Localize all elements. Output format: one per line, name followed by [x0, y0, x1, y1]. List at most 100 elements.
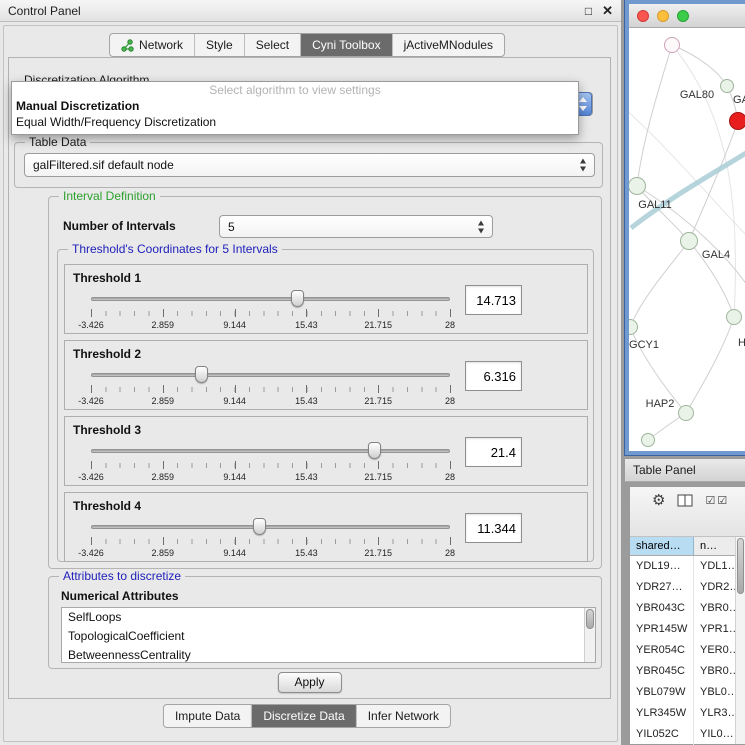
slider-major-tick: [450, 385, 451, 393]
table-cell[interactable]: YBR045C: [630, 661, 694, 682]
threshold-1-slider[interactable]: -3.4262.8599.14415.4321.71528: [91, 289, 450, 333]
network-node[interactable]: [720, 79, 734, 93]
slider-major-tick: [378, 309, 379, 317]
tab-select[interactable]: Select: [244, 34, 300, 56]
tab-impute-data[interactable]: Impute Data: [164, 705, 251, 727]
table-cell[interactable]: YLR3…: [694, 703, 736, 724]
table-cell[interactable]: YPR1…: [694, 619, 736, 640]
tab-jactivemnodules[interactable]: jActiveMNodules: [392, 34, 504, 56]
slider-major-tick: [306, 537, 307, 545]
table-cell[interactable]: YDR27…: [630, 577, 694, 598]
table-cell[interactable]: YER054C: [630, 640, 694, 661]
threshold-3-slider[interactable]: -3.4262.8599.14415.4321.71528: [91, 441, 450, 485]
table-cell[interactable]: YDR2…: [694, 577, 736, 598]
number-of-intervals-combobox[interactable]: 5: [219, 215, 493, 238]
table-row[interactable]: YBL079WYBL0…: [630, 682, 736, 703]
slider-scale-label: 21.715: [364, 320, 392, 330]
table-cell[interactable]: YER0…: [694, 640, 736, 661]
threshold-value-field[interactable]: [465, 513, 522, 543]
slider-scale-label: -3.426: [78, 396, 104, 406]
close-window-icon[interactable]: [637, 10, 649, 22]
dropdown-option-manual-discretization[interactable]: Manual Discretization: [12, 98, 578, 114]
threshold-4-slider[interactable]: -3.4262.8599.14415.4321.71528: [91, 517, 450, 561]
gear-icon[interactable]: ⚙: [652, 493, 665, 508]
slider-scale-label: 15.43: [295, 472, 318, 482]
table-row[interactable]: YPR145WYPR1…: [630, 619, 736, 640]
apply-button[interactable]: Apply: [277, 672, 341, 693]
threshold-value-field[interactable]: [465, 361, 522, 391]
slider-major-tick: [306, 461, 307, 469]
table-cell[interactable]: YDL1…: [694, 556, 736, 577]
attribute-list-item[interactable]: SelfLoops: [62, 608, 595, 627]
select-columns-icon[interactable]: ☑☑: [705, 494, 729, 507]
attribute-list-item[interactable]: TopologicalCoefficient: [62, 627, 595, 646]
table-scrollbar[interactable]: [735, 537, 745, 744]
table-cell[interactable]: YBR043C: [630, 598, 694, 619]
network-node[interactable]: [641, 433, 655, 447]
tab-discretize-data[interactable]: Discretize Data: [251, 705, 355, 727]
list-scrollbar[interactable]: [584, 608, 595, 662]
table-cell[interactable]: YLR345W: [630, 703, 694, 724]
threshold-2-slider[interactable]: -3.4262.8599.14415.4321.71528: [91, 365, 450, 409]
tab-cyni-toolbox[interactable]: Cyni Toolbox: [300, 34, 391, 56]
table-row[interactable]: YLR345WYLR3…: [630, 703, 736, 724]
scrollbar-thumb[interactable]: [737, 538, 744, 594]
column-header-shared-name[interactable]: shared…: [630, 537, 694, 556]
table-cell[interactable]: YPR145W: [630, 619, 694, 640]
tab-style[interactable]: Style: [194, 34, 244, 56]
float-window-icon[interactable]: □: [585, 5, 592, 17]
table-row[interactable]: YDR27…YDR2…: [630, 577, 736, 598]
dropdown-option-equal-width-frequency[interactable]: Equal Width/Frequency Discretization: [12, 114, 578, 130]
threshold-2-panel: Threshold 2 -3.4262.8599.14415.4321.7152…: [64, 340, 588, 410]
tab-network[interactable]: Network: [110, 34, 194, 56]
network-node[interactable]: [680, 232, 698, 250]
table-cell[interactable]: YIL052C: [630, 724, 694, 745]
table-row[interactable]: YIL052CYIL0…: [630, 724, 736, 745]
slider-scale-label: 2.859: [152, 472, 175, 482]
table-row[interactable]: YBR043CYBR0…: [630, 598, 736, 619]
table-data-combobox[interactable]: galFiltered.sif default node: [24, 153, 595, 177]
network-node[interactable]: [726, 309, 742, 325]
slider-scale: -3.4262.8599.14415.4321.71528: [91, 441, 450, 485]
threshold-3-panel: Threshold 3 -3.4262.8599.14415.4321.7152…: [64, 416, 588, 486]
control-panel-titlebar[interactable]: Control Panel □ ✕: [0, 0, 621, 22]
network-window-titlebar[interactable]: [629, 4, 745, 28]
attribute-list-item[interactable]: BetweennessCentrality: [62, 646, 595, 663]
slider-scale-label: 9.144: [223, 548, 246, 558]
network-node[interactable]: [729, 112, 745, 130]
network-view-window: GAL80GAGAL11GAL4GCY1HHAP2: [625, 0, 745, 455]
table-cell[interactable]: YBR0…: [694, 598, 736, 619]
close-icon[interactable]: ✕: [602, 4, 613, 17]
table-cell[interactable]: YBL0…: [694, 682, 736, 703]
tab-infer-network[interactable]: Infer Network: [356, 705, 450, 727]
slider-scale-label: 28: [445, 548, 455, 558]
threshold-value-field[interactable]: [465, 437, 522, 467]
threshold-value-field[interactable]: [465, 285, 522, 315]
table-cell[interactable]: YBR0…: [694, 661, 736, 682]
network-node-label: HAP2: [646, 398, 675, 410]
tab-label: jActiveMNodules: [404, 38, 493, 52]
network-node[interactable]: [664, 37, 680, 53]
table-panel-header[interactable]: Table Panel: [625, 458, 745, 482]
table-cell[interactable]: YIL0…: [694, 724, 736, 745]
table-row[interactable]: YBR045CYBR0…: [630, 661, 736, 682]
network-node[interactable]: [678, 405, 694, 421]
table-row[interactable]: YDL19…YDL1…: [630, 556, 736, 577]
slider-major-tick: [235, 461, 236, 469]
zoom-window-icon[interactable]: [677, 10, 689, 22]
combo-arrows-icon[interactable]: [477, 220, 486, 233]
minimize-window-icon[interactable]: [657, 10, 669, 22]
table-panel-window: ⚙ ☑☑ shared… n… YDL19…YDL1…YDR27…YDR2…YB…: [629, 486, 745, 745]
slider-scale-label: 2.859: [152, 396, 175, 406]
table-row[interactable]: YER054CYER0…: [630, 640, 736, 661]
table-cell[interactable]: YBL079W: [630, 682, 694, 703]
numerical-attributes-list[interactable]: SelfLoopsTopologicalCoefficientBetweenne…: [61, 607, 596, 663]
combo-arrows-icon[interactable]: [579, 159, 588, 172]
slider-major-tick: [163, 309, 164, 317]
scrollbar-thumb[interactable]: [586, 609, 594, 629]
columns-icon[interactable]: [677, 494, 693, 507]
table-cell[interactable]: YDL19…: [630, 556, 694, 577]
attributes-group: Attributes to discretize Numerical Attri…: [48, 576, 602, 669]
network-canvas[interactable]: GAL80GAGAL11GAL4GCY1HHAP2: [629, 28, 745, 451]
slider-scale-label: 21.715: [364, 548, 392, 558]
